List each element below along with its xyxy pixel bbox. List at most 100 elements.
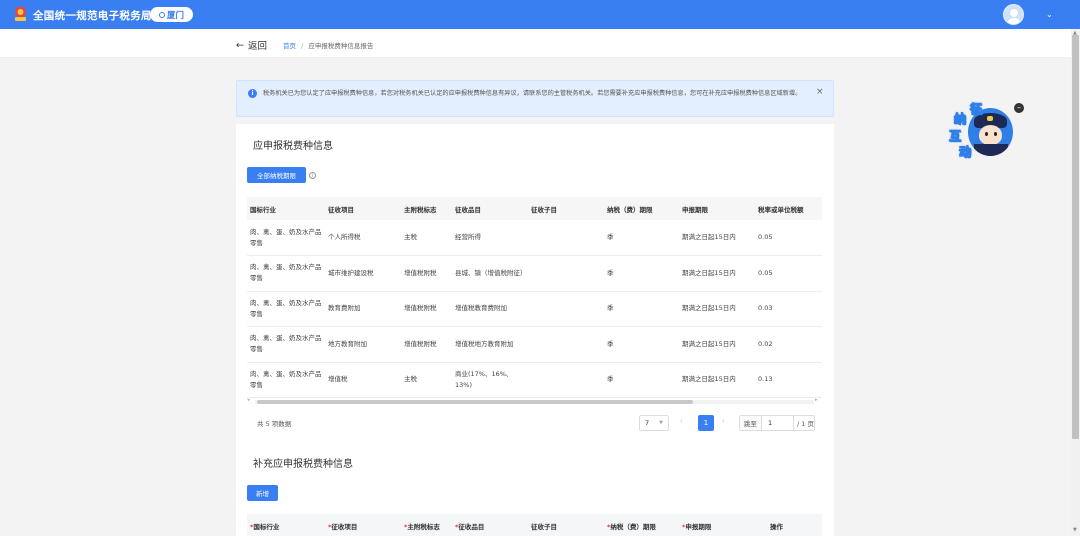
table-cell: 商业(17%、16%、13%): [452, 362, 528, 398]
back-label: 返回: [247, 41, 267, 52]
info-notice: i 税务机关已为您认定了应申报税费种信息，若您对税务机关已认定的应申报税费种信息…: [236, 80, 834, 117]
scroll-left-icon[interactable]: ◂: [247, 397, 250, 403]
table-cell: [528, 220, 604, 256]
prev-page-icon[interactable]: ‹: [680, 417, 683, 425]
page-size-value: 7: [645, 419, 650, 427]
page-jump: 跳至 1 / 1 页: [739, 415, 815, 431]
tax-emblem-icon: [15, 6, 26, 21]
info-icon: i: [248, 89, 257, 98]
column-header: *申报期限: [679, 514, 767, 536]
column-header: 申报期限: [679, 197, 755, 220]
table-row: 肉、禽、蛋、奶及水产品零售 城市维护建设税 增值税附税 县城、镇（增值税附征） …: [247, 255, 822, 292]
table-cell: 0.05: [755, 255, 822, 292]
breadcrumb-current: 应申报税费种信息报告: [308, 42, 374, 50]
scroll-right-icon[interactable]: ▸: [815, 397, 818, 403]
column-header: *国标行业: [247, 514, 325, 536]
page-subheader: ← 返回 首页 / 应申报税费种信息报告: [0, 29, 1080, 58]
table-cell: 季: [604, 291, 679, 327]
table-cell: 0.05: [755, 220, 822, 256]
city-selector[interactable]: 厦门: [150, 7, 193, 22]
table-cell: 地方教育附加: [325, 326, 401, 363]
help-icon[interactable]: i: [309, 172, 316, 179]
column-header: 征收项目: [325, 197, 401, 220]
breadcrumb-separator: /: [301, 42, 304, 50]
column-header: *征收品目: [452, 514, 528, 536]
table-cell: 期满之日起15日内: [679, 255, 755, 292]
app-title: 全国统一规范电子税务局: [33, 10, 152, 22]
column-header: 税率或单位税额: [755, 197, 822, 220]
location-pin-icon: [158, 11, 165, 18]
all-tax-periods-button[interactable]: 全部纳税期限: [247, 167, 306, 183]
table-cell: 季: [604, 255, 679, 292]
table-horizontal-scrollbar[interactable]: ◂ ▸: [247, 397, 822, 405]
table-cell: 主税: [401, 220, 452, 256]
chevron-down-icon: ▼: [659, 420, 663, 426]
column-header: 操作: [767, 514, 822, 536]
table-cell: 肉、禽、蛋、奶及水产品零售: [247, 326, 325, 363]
table-cell: 季: [604, 220, 679, 256]
table-cell: 增值税: [325, 362, 401, 398]
table-cell: 增值税地方教育附加: [452, 326, 528, 363]
table-header-row: 国标行业 征收项目 主附税标志 征收品目 征收子目 纳税（费）期限 申报期限 税…: [247, 197, 822, 220]
chevron-down-icon[interactable]: ⌄: [1046, 10, 1053, 19]
page-total-label: / 1 页: [797, 420, 814, 428]
table-cell: 0.02: [755, 326, 822, 363]
table-cell: [528, 255, 604, 292]
table-cell: 教育费附加: [325, 291, 401, 327]
minimize-icon[interactable]: –: [1014, 103, 1024, 113]
table-row: 肉、禽、蛋、奶及水产品零售 增值税 主税 商业(17%、16%、13%) 季 期…: [247, 362, 822, 398]
column-header: *征收项目: [325, 514, 401, 536]
table-cell: 肉、禽、蛋、奶及水产品零售: [247, 255, 325, 292]
column-header: 征收子目: [528, 197, 604, 220]
table-cell: 0.03: [755, 291, 822, 327]
user-avatar[interactable]: [1003, 4, 1024, 25]
page-size-select[interactable]: 7 ▼: [639, 415, 669, 431]
page-number-current[interactable]: 1: [698, 415, 714, 431]
table-cell: 个人所得税: [325, 220, 401, 256]
column-header: 征收品目: [452, 197, 528, 220]
back-button[interactable]: ← 返回: [236, 38, 267, 53]
column-header: *主附税标志: [401, 514, 452, 536]
table-cell: 肉、禽、蛋、奶及水产品零售: [247, 291, 325, 327]
table-cell: 期满之日起15日内: [679, 220, 755, 256]
close-icon[interactable]: ×: [816, 87, 824, 97]
breadcrumb-home-link[interactable]: 首页: [283, 42, 296, 50]
page-jump-label: 跳至: [740, 416, 762, 430]
table-header-row: *国标行业 *征收项目 *主附税标志 *征收品目 征收子目 *纳税（费）期限 *…: [247, 514, 822, 536]
column-header: 国标行业: [247, 197, 325, 220]
page-scrollbar[interactable]: ▲ ▼: [1071, 29, 1080, 536]
column-header: 主附税标志: [401, 197, 452, 220]
page-jump-input[interactable]: 1: [762, 416, 794, 430]
breadcrumb: 首页 / 应申报税费种信息报告: [283, 40, 373, 50]
column-header: *纳税（费）期限: [604, 514, 679, 536]
table-cell: 季: [604, 326, 679, 363]
mascot-char: 纳: [953, 112, 967, 127]
scroll-down-icon[interactable]: ▼: [1073, 527, 1077, 533]
table-cell: [528, 291, 604, 327]
mascot-char: 互: [948, 129, 962, 144]
table-cell: 期满之日起15日内: [679, 326, 755, 363]
add-button[interactable]: 新增: [247, 485, 278, 501]
mascot-char: 征: [969, 102, 983, 117]
table-cell: [528, 362, 604, 398]
table-cell: 0.13: [755, 362, 822, 398]
column-header: 纳税（费）期限: [604, 197, 679, 220]
section-title-declared: 应申报税费种信息: [253, 141, 333, 152]
table-cell: 肉、禽、蛋、奶及水产品零售: [247, 362, 325, 398]
table-row: 肉、禽、蛋、奶及水产品零售 教育费附加 增值税附税 增值税教育费附加 季 期满之…: [247, 291, 822, 327]
arrow-left-icon: ←: [236, 39, 244, 51]
table-cell: 增值税附税: [401, 326, 452, 363]
mascot-widget[interactable]: 征 纳 互 动 –: [944, 100, 1024, 166]
total-count: 共 5 项数据: [257, 420, 292, 428]
section-title-supplementary: 补充应申报税费种信息: [253, 459, 353, 470]
table-cell: 增值税附税: [401, 291, 452, 327]
table-cell: 县城、镇（增值税附征）: [452, 255, 528, 292]
table-cell: [528, 326, 604, 363]
table-cell: 季: [604, 362, 679, 398]
table-cell: 主税: [401, 362, 452, 398]
mascot-char: 动: [958, 145, 972, 160]
table-row: 肉、禽、蛋、奶及水产品零售 地方教育附加 增值税附税 增值税地方教育附加 季 期…: [247, 326, 822, 363]
next-page-icon[interactable]: ›: [722, 417, 725, 425]
supplementary-tax-table: *国标行业 *征收项目 *主附税标志 *征收品目 征收子目 *纳税（费）期限 *…: [247, 514, 822, 536]
table-cell: 期满之日起15日内: [679, 362, 755, 398]
